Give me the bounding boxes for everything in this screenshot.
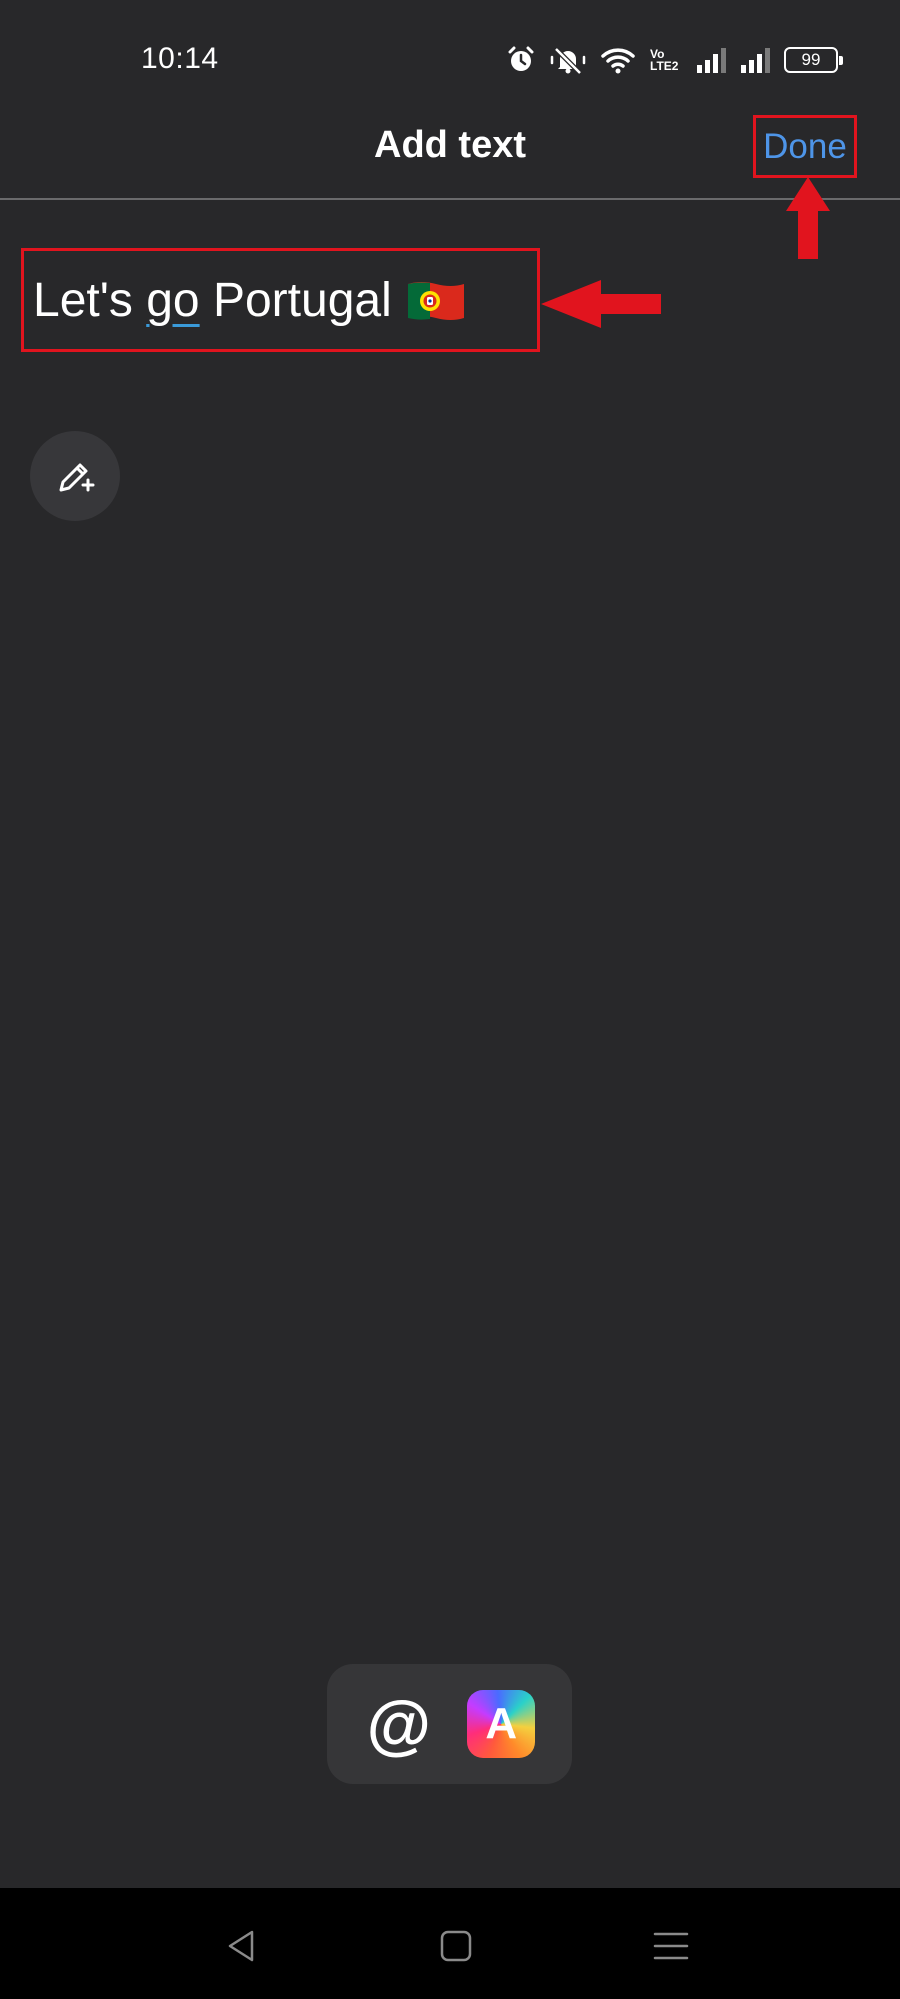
text-input[interactable]: Let's go Portugal: [21, 248, 540, 352]
menu-icon[interactable]: [651, 1926, 691, 1966]
bottom-toolbar: @ A: [327, 1664, 572, 1784]
header: Add text Done: [0, 100, 900, 200]
battery-level: 99: [801, 50, 821, 69]
home-icon[interactable]: [436, 1926, 476, 1966]
font-style-label: A: [485, 1699, 518, 1748]
annotation-arrow-left: [541, 280, 661, 328]
portugal-flag-emoji: [407, 281, 464, 320]
text-before: Let's: [33, 274, 147, 327]
text-after: Portugal: [199, 274, 392, 327]
mute-icon: [550, 47, 586, 75]
status-time: 10:14: [141, 42, 219, 75]
back-icon[interactable]: [222, 1926, 262, 1966]
status-bar: 10:14 Vo LTE2 99: [0, 0, 900, 100]
battery-icon: 99: [784, 47, 843, 73]
status-icons: Vo LTE2 99: [506, 44, 843, 76]
pencil-sparkle-icon: [59, 463, 95, 492]
add-text-screen: 10:14 Vo LTE2 99 Add text Done Let's go …: [0, 0, 900, 1999]
done-button[interactable]: Done: [753, 115, 857, 178]
wifi-icon: [601, 48, 635, 74]
text-input-value[interactable]: Let's go Portugal: [33, 273, 466, 328]
signal-icon: [697, 48, 726, 73]
annotation-arrow-up: [786, 177, 830, 259]
pencil-tool-button[interactable]: [30, 431, 120, 521]
nav-bar: [0, 1888, 900, 1999]
font-style-button[interactable]: A: [467, 1690, 536, 1758]
alarm-icon: [508, 46, 534, 71]
signal-icon-2: [741, 48, 770, 73]
mention-button[interactable]: @: [364, 1691, 434, 1757]
volte-bottom-label: LTE2: [650, 59, 679, 73]
volte-icon: Vo LTE2: [650, 48, 682, 72]
spellcheck-underlined-word: go: [146, 274, 200, 327]
